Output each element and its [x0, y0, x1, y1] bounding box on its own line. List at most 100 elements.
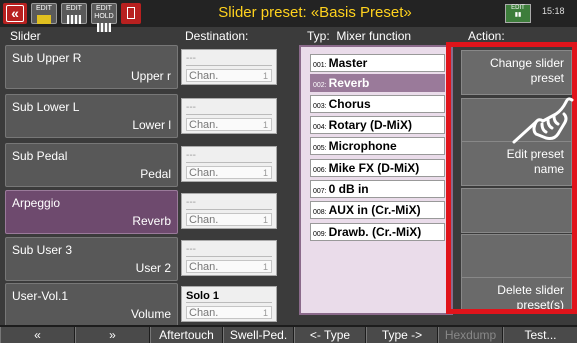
item-label: Mike FX (D-MiX) — [328, 161, 420, 175]
slider-destination: Lower l — [132, 118, 171, 132]
mixer-function-item[interactable]: 009: Drawb. (Cr.-MiX) — [310, 223, 445, 241]
channel-label: Chan. — [189, 119, 219, 131]
style-edit-button[interactable]: EDIT — [31, 3, 57, 24]
mixer-function-item[interactable]: 004: Rotary (D-MiX) — [310, 116, 445, 134]
destination-box[interactable]: Solo 1 Chan. 1 — [181, 286, 277, 322]
channel-field[interactable]: Chan. 1 — [186, 166, 272, 179]
mixer-function-item[interactable]: 007: 0 dB in — [310, 180, 445, 198]
mixer-function-item-selected[interactable]: 002: Reverb — [310, 74, 445, 92]
close-icon: « — [6, 5, 24, 22]
item-number: 008: — [313, 209, 327, 216]
registration-icon[interactable]: EDIT ▮▮ — [505, 4, 531, 23]
destination-box[interactable]: --- Chan. 1 — [181, 193, 277, 229]
edit-hold-label: EDIT HOLD — [94, 5, 114, 20]
bottom-bar: « » Aftertouch Swell-Ped. <- Type Type -… — [0, 325, 577, 343]
channel-label: Chan. — [189, 214, 219, 226]
style-edit-icon — [37, 15, 51, 24]
mixer-function-item[interactable]: 008: AUX in (Cr.-MiX) — [310, 201, 445, 219]
typ-header: Typ: Mixer function — [307, 29, 412, 43]
style-edit-label: EDIT — [36, 5, 52, 12]
slider-tile[interactable]: Sub User 3 User 2 — [5, 237, 178, 281]
channel-field[interactable]: Chan. 1 — [186, 69, 272, 82]
edit-icon — [67, 15, 81, 24]
destination-value: --- — [186, 243, 272, 257]
type-next-button[interactable]: Type -> — [366, 327, 437, 343]
destination-value: --- — [186, 149, 272, 163]
page-down-button[interactable]: » — [75, 327, 149, 343]
channel-number: 1 — [262, 215, 268, 225]
destination-box[interactable]: --- Chan. 1 — [181, 98, 277, 134]
action-header: Action: — [468, 29, 505, 43]
delete-icon — [127, 7, 135, 19]
page-up-button[interactable]: « — [0, 327, 74, 343]
hexdump-button[interactable]: Hexdump — [438, 327, 502, 343]
item-label: Microphone — [328, 139, 397, 153]
swell-pedal-button[interactable]: Swell-Ped. — [223, 327, 293, 343]
item-number: 001: — [313, 62, 327, 69]
title-bar: « EDIT EDIT EDIT HOLD Slider preset: «Ba… — [0, 0, 577, 32]
item-number: 004: — [313, 124, 327, 131]
destination-header: Destination: — [185, 29, 249, 43]
mixer-function-item[interactable]: 003: Chorus — [310, 95, 445, 113]
item-label: 0 dB in — [328, 182, 369, 196]
destination-box[interactable]: --- Chan. 1 — [181, 146, 277, 182]
item-number: 007: — [313, 188, 327, 195]
slider-tile[interactable]: Sub Lower L Lower l — [5, 94, 178, 138]
channel-number: 1 — [262, 168, 268, 178]
action-highlight-frame — [446, 42, 577, 314]
item-label: AUX in (Cr.-MiX) — [328, 203, 421, 217]
registration-label: EDIT — [511, 5, 525, 11]
edit-hold-button[interactable]: EDIT HOLD — [91, 3, 117, 32]
aftertouch-button[interactable]: Aftertouch — [150, 327, 222, 343]
slider-tile[interactable]: User-Vol.1 Volume — [5, 283, 178, 327]
item-number: 002: — [313, 82, 327, 89]
channel-number: 1 — [262, 262, 268, 272]
slider-tile-selected[interactable]: Arpeggio Reverb — [5, 190, 178, 234]
edit-label: EDIT — [66, 5, 82, 12]
channel-label: Chan. — [189, 261, 219, 273]
item-number: 005: — [313, 145, 327, 152]
item-number: 009: — [313, 231, 327, 238]
slider-destination: Reverb — [132, 214, 171, 228]
item-label: Drawb. (Cr.-MiX) — [328, 225, 422, 239]
close-button[interactable]: « — [3, 3, 27, 24]
mixer-function-item[interactable]: 005: Microphone — [310, 137, 445, 155]
destination-value: --- — [186, 52, 272, 66]
slider-destination: Volume — [130, 307, 171, 321]
channel-field[interactable]: Chan. 1 — [186, 118, 272, 131]
slider-tile[interactable]: Sub Upper R Upper r — [5, 45, 178, 89]
delete-button[interactable] — [121, 3, 141, 24]
channel-field[interactable]: Chan. 1 — [186, 260, 272, 273]
mixer-function-item[interactable]: 001: Master — [310, 54, 445, 72]
slider-destination: Pedal — [140, 167, 171, 181]
type-prev-button[interactable]: <- Type — [294, 327, 365, 343]
channel-field[interactable]: Chan. 1 — [186, 213, 272, 226]
slider-destination: Upper r — [130, 69, 171, 83]
edit-hold-icon — [97, 23, 111, 32]
destination-box[interactable]: --- Chan. 1 — [181, 240, 277, 276]
channel-label: Chan. — [189, 167, 219, 179]
pointing-hand-icon — [512, 97, 574, 144]
item-number: 006: — [313, 167, 327, 174]
slider-name: Sub User 3 — [12, 243, 73, 257]
destination-box[interactable]: --- Chan. 1 — [181, 49, 277, 85]
slider-tile[interactable]: Sub Pedal Pedal — [5, 143, 178, 187]
slider-header: Slider — [10, 29, 41, 43]
slider-name: Sub Lower L — [12, 100, 80, 114]
item-label: Chorus — [328, 97, 371, 111]
channel-number: 1 — [262, 71, 268, 81]
edit-button[interactable]: EDIT — [61, 3, 87, 24]
channel-field[interactable]: Chan. 1 — [186, 306, 272, 319]
item-label: Rotary (D-MiX) — [328, 118, 412, 132]
item-label: Master — [328, 56, 368, 70]
mixer-function-list: 001: Master 002: Reverb 003: Chorus 004: Rot… — [299, 45, 453, 315]
test-button[interactable]: Test... — [503, 327, 577, 343]
mixer-function-item[interactable]: 006: Mike FX (D-MiX) — [310, 159, 445, 177]
destination-value: --- — [186, 196, 272, 210]
channel-number: 1 — [262, 308, 268, 318]
channel-label: Chan. — [189, 307, 219, 319]
slider-name: Arpeggio — [12, 196, 61, 210]
slider-name: Sub Pedal — [12, 149, 68, 163]
item-number: 003: — [313, 103, 327, 110]
clock: 15:18 — [542, 6, 565, 16]
